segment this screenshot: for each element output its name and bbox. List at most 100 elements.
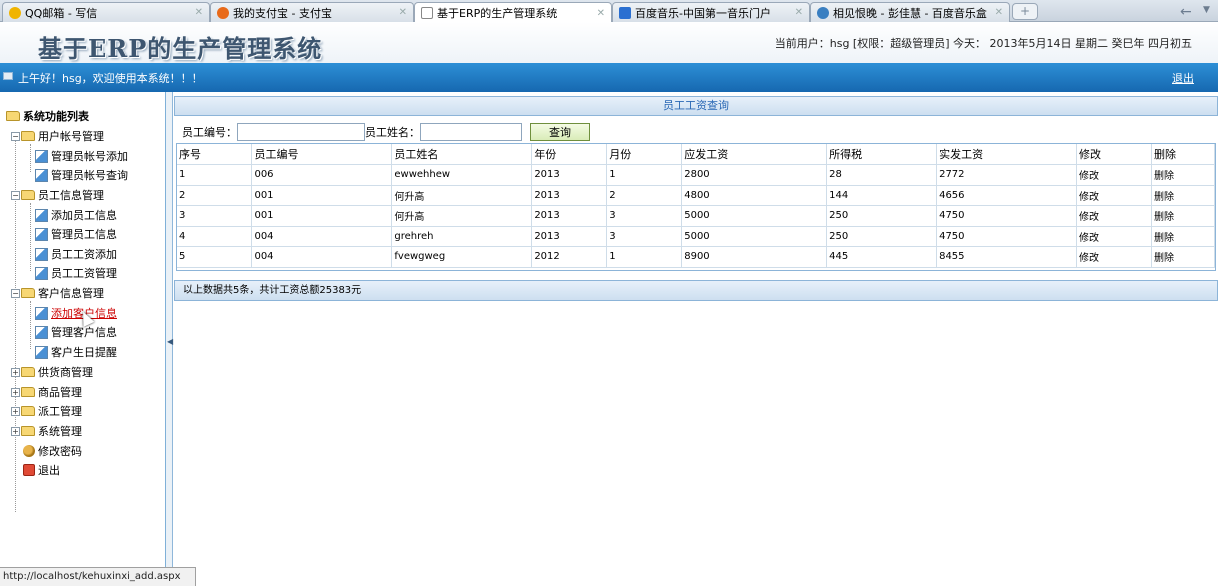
edit-icon xyxy=(35,266,48,280)
column-header: 修改 xyxy=(1076,144,1152,165)
table-cell: 250 xyxy=(826,205,938,227)
sidebar-group-customers[interactable]: − 客户信息管理 xyxy=(11,285,104,301)
delete-link[interactable]: 删除 xyxy=(1151,226,1216,247)
close-icon[interactable]: ✕ xyxy=(195,7,203,18)
table-cell: 1 xyxy=(606,164,683,186)
table-cell: 2013 xyxy=(531,226,608,247)
tab-erp-system[interactable]: 基于ERP的生产管理系统 ✕ xyxy=(414,2,612,23)
close-icon[interactable]: ✕ xyxy=(795,7,803,18)
delete-link[interactable]: 删除 xyxy=(1151,185,1216,206)
emp-no-input[interactable] xyxy=(237,123,365,141)
sidebar-group-user-accounts[interactable]: − 用户帐号管理 xyxy=(11,128,104,144)
edit-icon xyxy=(35,208,48,222)
table-cell: 2772 xyxy=(936,164,1077,186)
headphone-icon xyxy=(817,6,829,19)
sidebar-item-label: 员工工资添加 xyxy=(51,248,117,261)
sidebar-item-admin-add[interactable]: 管理员帐号添加 xyxy=(35,148,128,164)
collapse-icon[interactable]: − xyxy=(11,190,20,200)
chevron-down-icon[interactable]: ▼ xyxy=(1203,5,1210,15)
collapse-icon[interactable]: − xyxy=(11,131,20,141)
logout-link[interactable]: 退出 xyxy=(1172,70,1194,86)
table-cell: 何升高 xyxy=(391,185,533,206)
back-arrow-icon[interactable]: ← xyxy=(1180,4,1192,20)
sidebar-group-suppliers[interactable]: + 供货商管理 xyxy=(11,364,93,380)
column-header: 员工姓名 xyxy=(391,144,533,165)
edit-link[interactable]: 修改 xyxy=(1076,246,1152,268)
sidebar-group-label: 派工管理 xyxy=(38,405,82,418)
delete-link[interactable]: 删除 xyxy=(1151,164,1216,186)
panel-title: 员工工资查询 xyxy=(174,96,1218,116)
edit-link[interactable]: 修改 xyxy=(1076,205,1152,227)
baidu-music-icon xyxy=(619,6,631,19)
table-cell: 5000 xyxy=(681,226,828,247)
sidebar-item-label: 管理员工信息 xyxy=(51,228,117,241)
emp-name-input[interactable] xyxy=(420,123,522,141)
tab-baidu-music[interactable]: 百度音乐-中国第一音乐门户 ✕ xyxy=(612,2,810,22)
tab-alipay[interactable]: 我的支付宝 - 支付宝 ✕ xyxy=(210,2,414,22)
column-header: 序号 xyxy=(177,144,253,165)
query-button[interactable]: 查询 xyxy=(530,123,590,141)
sidebar-item-label: 管理员帐号查询 xyxy=(51,169,128,182)
sidebar-item-customer-manage[interactable]: 管理客户信息 xyxy=(35,324,117,340)
column-header: 应发工资 xyxy=(681,144,828,165)
sidebar-item-customer-birthday[interactable]: 客户生日提醒 xyxy=(35,344,117,360)
sidebar-item-salary-manage[interactable]: 员工工资管理 xyxy=(35,265,117,281)
table-cell: 004 xyxy=(251,226,393,247)
column-header: 删除 xyxy=(1151,144,1216,165)
sidebar-group-label: 系统管理 xyxy=(38,425,82,438)
close-icon[interactable]: ✕ xyxy=(995,7,1003,18)
sidebar-group-employees[interactable]: − 员工信息管理 xyxy=(11,187,104,203)
sidebar-item-customer-add[interactable]: 添加客户信息 xyxy=(35,305,117,321)
delete-link[interactable]: 删除 xyxy=(1151,246,1216,268)
table-header-row: 序号 员工编号 员工姓名 年份 月份 应发工资 所得税 实发工资 修改 删除 xyxy=(177,144,1216,165)
new-tab-button[interactable]: + xyxy=(1012,3,1038,20)
page-icon xyxy=(421,7,433,19)
expand-icon[interactable]: + xyxy=(11,426,20,436)
salary-table: 序号 员工编号 员工姓名 年份 月份 应发工资 所得税 实发工资 修改 删除 1 006 ewwehh… xyxy=(176,143,1216,271)
edit-link[interactable]: 修改 xyxy=(1076,164,1152,186)
table-cell: grehreh xyxy=(391,226,533,247)
user-info: 当前用户：hsg [权限：超级管理员] 今天： 2013年5月14日 星期二 癸… xyxy=(774,37,1192,50)
edit-link[interactable]: 修改 xyxy=(1076,185,1152,206)
table-cell: 28 xyxy=(826,164,938,186)
close-icon[interactable]: ✕ xyxy=(399,7,407,18)
table-cell: 001 xyxy=(251,205,393,227)
tab-label: 相见恨晚 - 彭佳慧 - 百度音乐盒 xyxy=(833,6,987,20)
close-icon[interactable]: ✕ xyxy=(597,8,605,19)
folder-icon xyxy=(21,131,35,141)
tab-music-box[interactable]: 相见恨晚 - 彭佳慧 - 百度音乐盒 ✕ xyxy=(810,2,1010,22)
emp-no-label: 员工编号： xyxy=(182,126,237,139)
sidebar-group-dispatch[interactable]: + 派工管理 xyxy=(11,403,82,419)
delete-link[interactable]: 删除 xyxy=(1151,205,1216,227)
sidebar-item-admin-query[interactable]: 管理员帐号查询 xyxy=(35,167,128,183)
sidebar-group-system[interactable]: + 系统管理 xyxy=(11,423,82,439)
sidebar-item-employee-add[interactable]: 添加员工信息 xyxy=(35,207,117,223)
sidebar-item-exit[interactable]: 退出 xyxy=(23,462,60,478)
expand-icon[interactable]: + xyxy=(11,367,20,377)
expand-icon[interactable]: + xyxy=(11,406,20,416)
table-cell: 2800 xyxy=(681,164,828,186)
table-cell: 2013 xyxy=(531,185,608,206)
tab-qq-mail[interactable]: QQ邮箱 - 写信 ✕ xyxy=(2,2,210,22)
sidebar-item-salary-add[interactable]: 员工工资添加 xyxy=(35,246,117,262)
collapse-icon[interactable]: − xyxy=(11,288,20,298)
table-row: 5 004 fvewgweg 2012 1 8900 445 8455 修改 删除 xyxy=(177,246,1216,268)
tree-root-label: 系统功能列表 xyxy=(23,110,89,123)
sidebar-item-change-password[interactable]: 修改密码 xyxy=(23,443,82,459)
column-header: 所得税 xyxy=(826,144,938,165)
exit-icon xyxy=(23,464,35,476)
expand-icon[interactable]: + xyxy=(11,387,20,397)
greeting-text: 上午好！hsg，欢迎使用本系统！！！ xyxy=(18,72,203,85)
table-row: 3 001 何升高 2013 3 5000 250 4750 修改 删除 xyxy=(177,205,1216,227)
table-cell: 5 xyxy=(177,246,253,268)
sidebar-group-products[interactable]: + 商品管理 xyxy=(11,384,82,400)
edit-icon xyxy=(35,247,48,261)
table-cell: 006 xyxy=(251,164,393,186)
sidebar-item-label: 管理员帐号添加 xyxy=(51,150,128,163)
sidebar-item-employee-manage[interactable]: 管理员工信息 xyxy=(35,226,117,242)
collapse-arrow-icon[interactable]: ◀ xyxy=(167,337,173,346)
folder-icon xyxy=(21,387,35,397)
edit-link[interactable]: 修改 xyxy=(1076,226,1152,247)
edit-icon xyxy=(35,168,48,182)
tab-label: 百度音乐-中国第一音乐门户 xyxy=(635,6,771,20)
